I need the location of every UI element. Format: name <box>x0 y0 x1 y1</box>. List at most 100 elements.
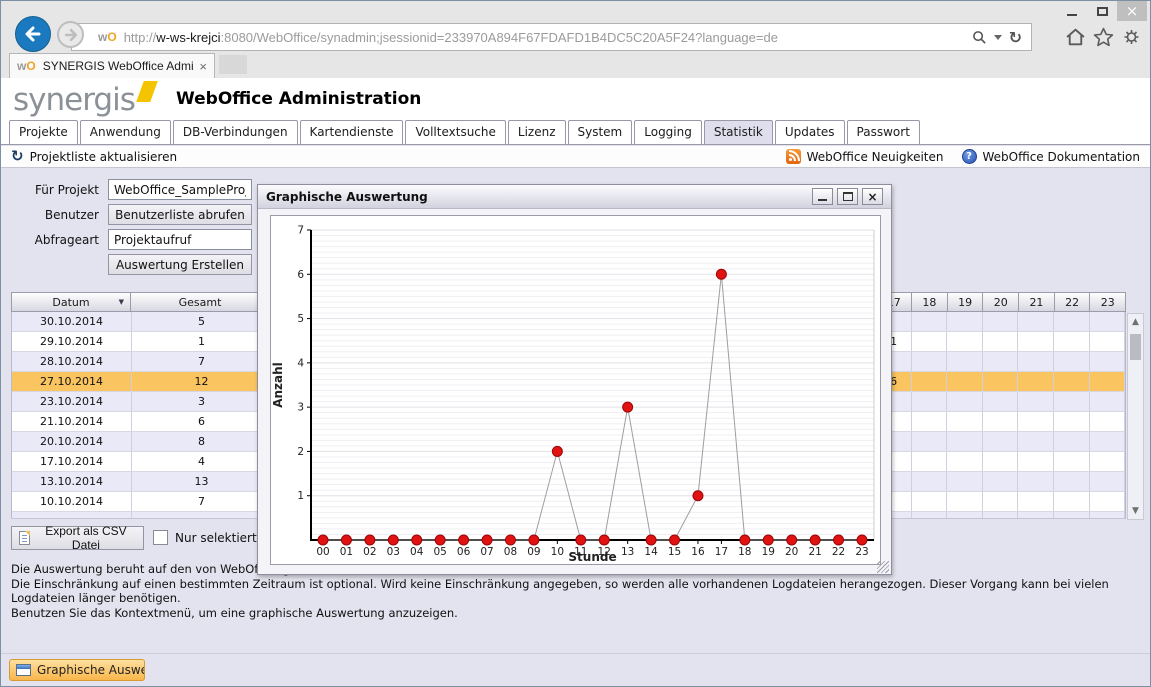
table-cell <box>947 312 983 331</box>
col-header-hour-23[interactable]: 23 <box>1089 292 1126 312</box>
col-header-hour-19[interactable]: 19 <box>947 292 984 312</box>
window-minimize-button[interactable] <box>1057 1 1087 21</box>
table-cell <box>912 392 948 411</box>
back-arrow-icon <box>22 23 44 45</box>
weboffice-news-link[interactable]: WebOffice Neuigkeiten <box>786 149 944 164</box>
address-bar[interactable]: wO http://w-ws-krejci:8080/WebOffice/syn… <box>71 23 1032 51</box>
svg-text:00: 00 <box>316 546 329 558</box>
svg-text:14: 14 <box>644 546 658 558</box>
weboffice-docs-link[interactable]: ? WebOffice Dokumentation <box>962 149 1141 164</box>
table-cell <box>1018 492 1054 511</box>
table-cell <box>912 512 948 519</box>
new-tab-button[interactable] <box>219 55 247 74</box>
table-cell <box>1054 412 1090 431</box>
tab-passwort[interactable]: Passwort <box>847 120 920 144</box>
table-cell <box>947 412 983 431</box>
table-cell <box>983 312 1019 331</box>
table-cell <box>983 332 1019 351</box>
table-cell: 3 <box>132 392 272 411</box>
svg-text:10: 10 <box>551 546 564 558</box>
tab-updates[interactable]: Updates <box>775 120 845 144</box>
back-button[interactable] <box>15 16 51 52</box>
browser-tab[interactable]: wO SYNERGIS WebOffice Admi... × <box>9 53 215 78</box>
favorites-star-icon[interactable] <box>1093 27 1114 47</box>
project-label: Für Projekt <box>1 183 99 197</box>
table-cell <box>1054 332 1090 351</box>
tab-kartendienste[interactable]: Kartendienste <box>300 120 404 144</box>
browser-chrome: wO http://w-ws-krejci:8080/WebOffice/syn… <box>1 1 1150 53</box>
table-cell <box>1054 472 1090 491</box>
svg-text:23: 23 <box>855 546 868 558</box>
svg-text:13: 13 <box>621 546 634 558</box>
col-header-hour-20[interactable]: 20 <box>982 292 1019 312</box>
col-header-hour-18[interactable]: 18 <box>911 292 948 312</box>
table-cell <box>1090 392 1126 411</box>
table-cell <box>912 352 948 371</box>
tab-lizenz[interactable]: Lizenz <box>508 120 566 144</box>
table-cell <box>1018 372 1054 391</box>
col-header-hour-21[interactable]: 21 <box>1018 292 1055 312</box>
tab-statistik[interactable]: Statistik <box>704 120 773 144</box>
export-csv-button[interactable]: Export als CSV Datei <box>11 526 144 550</box>
tab-close-icon[interactable]: × <box>193 59 207 74</box>
scroll-down-icon[interactable]: ▼ <box>1128 503 1143 519</box>
col-header-datum[interactable]: Datum▼ <box>11 292 131 312</box>
table-scrollbar[interactable]: ▲ ▼ <box>1127 313 1144 520</box>
col-header-gesamt[interactable]: Gesamt <box>130 292 270 312</box>
help-icon: ? <box>962 149 977 164</box>
settings-gear-icon[interactable] <box>1121 27 1142 47</box>
dialog-task-button[interactable]: Graphische Auswer... <box>9 659 145 681</box>
dialog-maximize-button[interactable] <box>837 188 858 205</box>
forward-button[interactable] <box>57 21 84 48</box>
table-cell <box>1090 312 1126 331</box>
search-icon[interactable] <box>972 30 987 45</box>
table-cell <box>1018 332 1054 351</box>
table-cell: 20.10.2014 <box>12 432 132 451</box>
tab-db-verbindungen[interactable]: DB-Verbindungen <box>173 120 298 144</box>
scroll-up-icon[interactable]: ▲ <box>1128 314 1143 330</box>
dialog-close-button[interactable]: × <box>862 188 883 205</box>
svg-text:01: 01 <box>340 546 353 558</box>
tab-projekte[interactable]: Projekte <box>9 120 78 144</box>
project-input[interactable] <box>108 179 252 200</box>
refresh-project-list-label: Projektliste aktualisieren <box>30 150 178 164</box>
tab-favicon: wO <box>17 59 36 73</box>
chart-svg: 1234567000102030405060708091011121314151… <box>271 216 880 564</box>
dialog-titlebar[interactable]: Graphische Auswertung × <box>258 185 891 209</box>
scrollbar-thumb[interactable] <box>1130 334 1141 360</box>
window-maximize-button[interactable] <box>1087 1 1117 21</box>
weboffice-docs-label: WebOffice Dokumentation <box>983 150 1141 164</box>
url-text[interactable]: http://w-ws-krejci:8080/WebOffice/synadm… <box>124 30 963 45</box>
table-cell: 30.10.2014 <box>12 312 132 331</box>
tab-title: SYNERGIS WebOffice Admi... <box>43 59 194 73</box>
fetch-user-list-button[interactable]: Benutzerliste abrufen <box>108 204 252 225</box>
dialog-minimize-button[interactable] <box>812 188 833 205</box>
tab-anwendung[interactable]: Anwendung <box>80 120 171 144</box>
tab-system[interactable]: System <box>568 120 633 144</box>
search-dropdown-icon[interactable] <box>994 35 1002 40</box>
table-cell <box>983 352 1019 371</box>
tab-logging[interactable]: Logging <box>634 120 702 144</box>
svg-text:2: 2 <box>297 446 304 458</box>
refresh-project-list-button[interactable]: ↻ Projektliste aktualisieren <box>11 149 177 164</box>
svg-text:16: 16 <box>691 546 705 558</box>
create-report-button[interactable]: Auswertung Erstellen <box>108 254 252 275</box>
table-cell <box>983 412 1019 431</box>
page-refresh-icon[interactable]: ↻ <box>1009 28 1022 47</box>
svg-text:5: 5 <box>297 313 304 325</box>
browser-window: wO http://w-ws-krejci:8080/WebOffice/syn… <box>0 0 1151 687</box>
home-icon[interactable] <box>1065 27 1086 47</box>
window-close-button[interactable]: × <box>1117 1 1147 21</box>
table-cell <box>1054 432 1090 451</box>
dialog-resize-grip[interactable] <box>877 561 889 573</box>
querytype-input[interactable] <box>108 229 252 250</box>
table-cell: 12 <box>132 372 272 391</box>
table-cell <box>1090 512 1126 519</box>
table-cell <box>912 412 948 431</box>
svg-text:3: 3 <box>297 402 304 414</box>
only-selected-checkbox[interactable] <box>153 530 168 545</box>
svg-text:18: 18 <box>738 546 751 558</box>
col-header-hour-22[interactable]: 22 <box>1054 292 1091 312</box>
table-cell <box>912 372 948 391</box>
tab-volltextsuche[interactable]: Volltextsuche <box>405 120 505 144</box>
